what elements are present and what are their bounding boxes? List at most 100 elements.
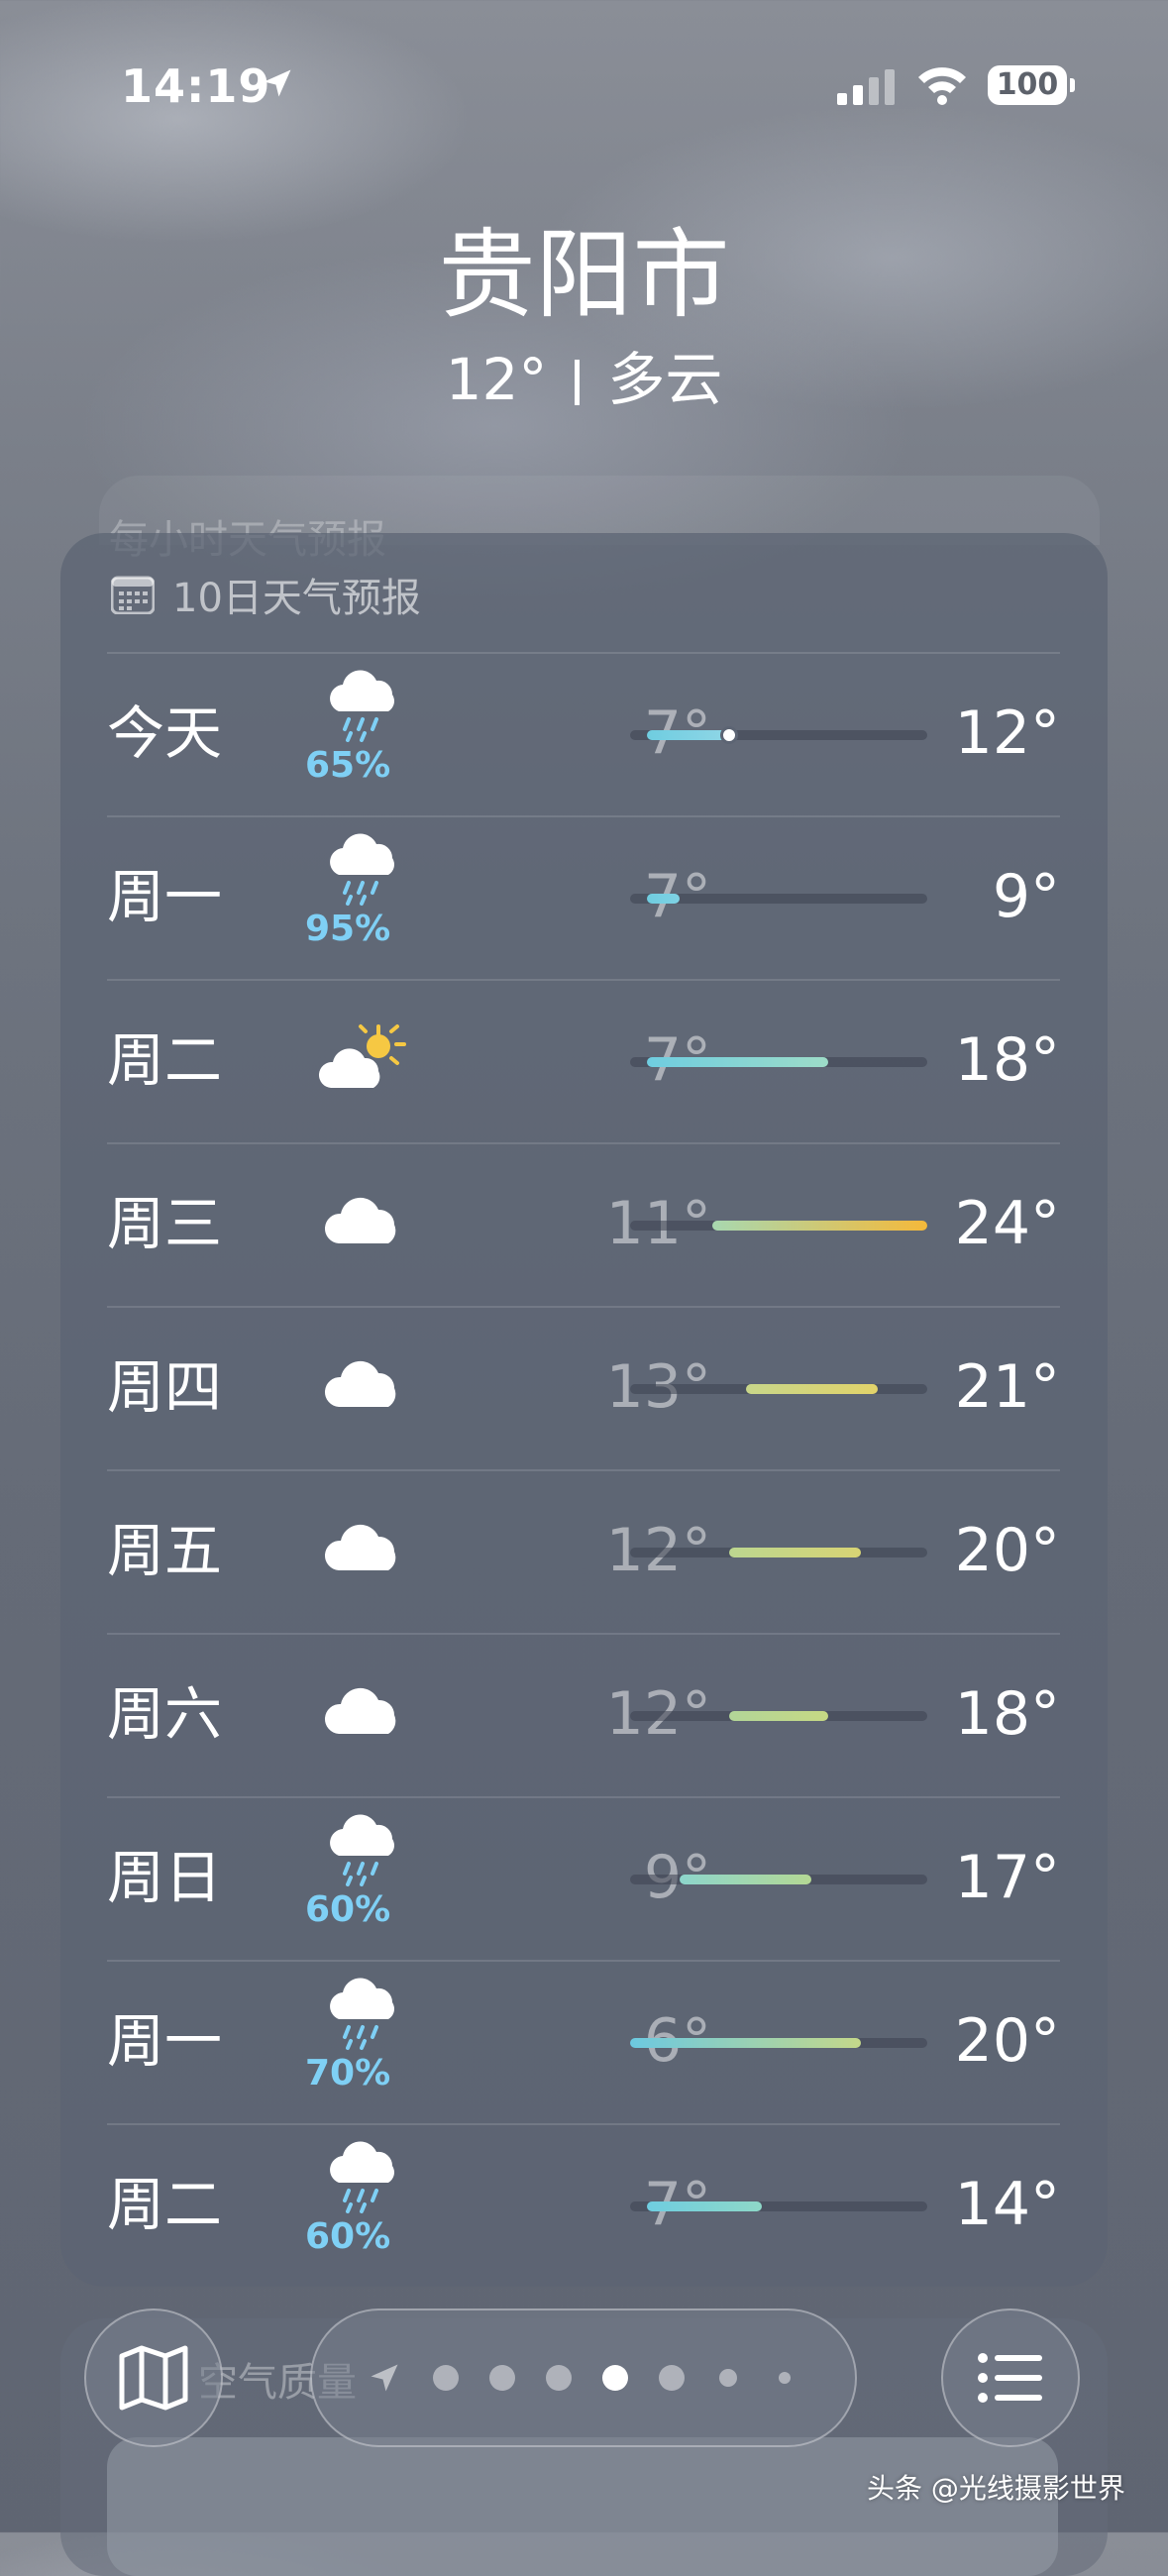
temperature-range-track <box>630 1384 927 1394</box>
current-condition: 多云 <box>607 346 723 413</box>
high-temperature: 12° <box>954 698 1060 768</box>
cloud-rain-icon <box>330 1814 394 1886</box>
air-quality-map <box>107 2437 1058 2576</box>
forecast-row[interactable]: 周三 11° 24° <box>107 1142 1060 1306</box>
forecast-row[interactable]: 周一 70% 6° 20° <box>107 1960 1060 2123</box>
row-divider <box>107 652 1060 654</box>
high-temperature: 14° <box>954 2170 1060 2239</box>
temperature-range-bar <box>630 2038 862 2048</box>
high-temperature: 18° <box>954 1025 1060 1095</box>
temperature-range-track <box>630 1057 927 1067</box>
high-temperature: 24° <box>954 1189 1060 1258</box>
cloud-rain-icon <box>330 833 394 906</box>
row-divider <box>107 1796 1060 1798</box>
temperature-range-bar <box>646 2201 763 2211</box>
forecast-row[interactable]: 周二 60% 7° 14° <box>107 2123 1060 2287</box>
forecast-day: 周四 <box>107 1353 223 1421</box>
forecast-day: 周二 <box>107 2171 223 2238</box>
row-divider <box>107 2123 1060 2125</box>
forecast-card-header: 10日天气预报 <box>111 567 421 622</box>
precipitation-chance: 65% <box>305 745 391 786</box>
high-temperature: 9° <box>992 862 1060 931</box>
row-divider <box>107 979 1060 981</box>
precipitation-chance: 95% <box>305 909 391 949</box>
cellular-signal-icon <box>837 69 895 105</box>
row-divider <box>107 815 1060 817</box>
cloud-rain-icon <box>330 670 394 742</box>
high-temperature: 20° <box>954 1516 1060 1585</box>
forecast-row[interactable]: 周四 13° 21° <box>107 1306 1060 1469</box>
cloud-icon <box>324 1524 396 1570</box>
row-divider <box>107 1306 1060 1308</box>
high-temperature: 21° <box>954 1352 1060 1422</box>
temperature-range-bar <box>646 1057 828 1067</box>
row-divider <box>107 1960 1060 1962</box>
temperature-range-bar <box>745 1384 878 1394</box>
high-temperature: 18° <box>954 1679 1060 1749</box>
status-bar: 14:19 100 <box>0 0 1168 168</box>
high-temperature: 20° <box>954 2006 1060 2076</box>
battery-indicator: 100 <box>988 65 1067 105</box>
forecast-day: 周二 <box>107 1026 223 1094</box>
temperature-range-track <box>630 726 927 744</box>
current-temperature-marker <box>720 726 738 744</box>
cloud-rain-icon <box>330 2141 394 2213</box>
cloud-icon <box>324 1360 396 1407</box>
watermark: 头条 @光线摄影世界 <box>867 2472 1125 2505</box>
precipitation-chance: 60% <box>305 1889 391 1930</box>
forecast-row[interactable]: 今天 65% 7° 12° <box>107 652 1060 815</box>
summary-separator <box>575 360 581 405</box>
forecast-day: 周六 <box>107 1680 223 1748</box>
forecast-day: 今天 <box>107 699 223 767</box>
current-summary: 12° 多云 <box>0 345 1168 414</box>
temperature-range-track <box>630 1711 927 1721</box>
partly-sunny-icon <box>318 1024 406 1088</box>
temperature-range-bar <box>729 1548 862 1557</box>
map-icon <box>119 2345 188 2411</box>
forecast-row[interactable]: 周日 60% 9° 17° <box>107 1796 1060 1960</box>
list-icon <box>978 2353 1042 2403</box>
forecast-card-title: 10日天气预报 <box>172 576 421 621</box>
temperature-range-bar <box>712 1221 927 1231</box>
current-temperature: 12° <box>445 346 548 413</box>
temperature-range-bar <box>680 1875 812 1884</box>
forecast-row[interactable]: 周二 7° 18° <box>107 979 1060 1142</box>
page-dot[interactable] <box>719 2369 737 2387</box>
forecast-row[interactable]: 周六 12° 18° <box>107 1633 1060 1796</box>
page-dot[interactable] <box>602 2365 628 2391</box>
page-dot[interactable] <box>659 2365 685 2391</box>
forecast-day: 周三 <box>107 1190 223 1257</box>
city-list-button[interactable] <box>941 2308 1080 2447</box>
forecast-row[interactable]: 周一 95% 7° 9° <box>107 815 1060 979</box>
cloud-icon <box>324 1687 396 1734</box>
page-indicator[interactable] <box>310 2308 857 2447</box>
temperature-range-track <box>630 1875 927 1884</box>
wifi-icon <box>918 67 966 105</box>
temperature-range-track <box>630 894 927 904</box>
forecast-day: 周日 <box>107 1844 223 1911</box>
city-name: 贵阳市 <box>438 219 730 332</box>
temperature-range-track <box>630 1548 927 1557</box>
map-button[interactable] <box>84 2308 223 2447</box>
temperature-range-bar <box>646 730 729 740</box>
forecast-row[interactable]: 周五 12° 20° <box>107 1469 1060 1633</box>
page-dot[interactable] <box>489 2365 515 2391</box>
forecast-day: 周五 <box>107 1517 223 1584</box>
page-dot[interactable] <box>779 2372 791 2384</box>
temperature-range-track <box>630 1221 927 1231</box>
row-divider <box>107 1142 1060 1144</box>
battery-tip <box>1070 78 1075 92</box>
page-dot[interactable] <box>546 2365 572 2391</box>
temperature-range-track <box>630 2201 927 2211</box>
cloud-icon <box>324 1197 396 1243</box>
forecast-day: 周一 <box>107 2007 223 2075</box>
calendar-icon <box>111 576 155 614</box>
precipitation-chance: 70% <box>305 2053 391 2093</box>
cloud-rain-icon <box>330 1978 394 2050</box>
page-dot[interactable] <box>433 2365 459 2391</box>
temperature-range-track <box>630 2038 927 2048</box>
temperature-range-bar <box>646 894 680 904</box>
location-arrow-icon <box>264 69 291 97</box>
row-divider <box>107 1469 1060 1471</box>
status-time: 14:19 <box>121 59 271 113</box>
